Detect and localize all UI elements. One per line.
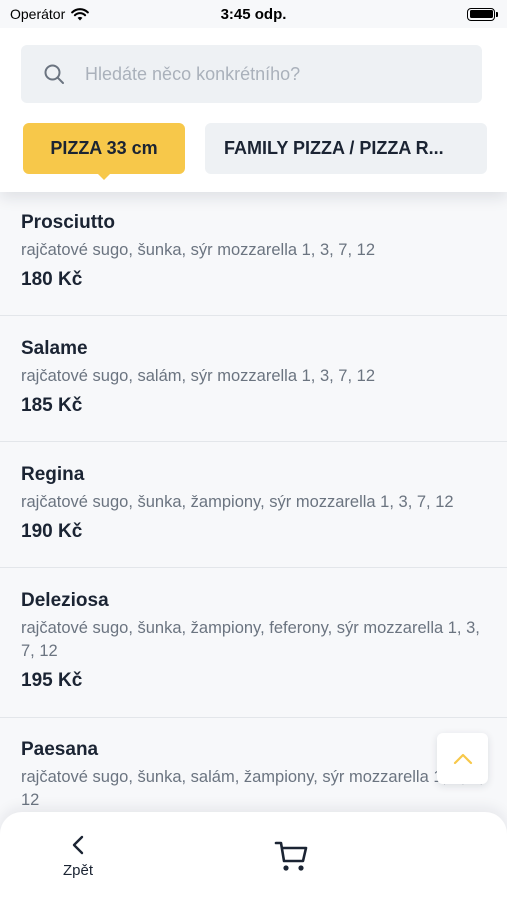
category-tabs: PIZZA 33 cm FAMILY PIZZA / PIZZA R... xyxy=(0,123,507,181)
item-description: rajčatové sugo, šunka, žampiony, sýr moz… xyxy=(21,493,454,511)
tab-label: PIZZA 33 cm xyxy=(23,123,185,174)
search-icon xyxy=(44,64,64,84)
item-name: Regina xyxy=(21,464,85,485)
tab-family-pizza[interactable]: FAMILY PIZZA / PIZZA R... xyxy=(205,123,487,174)
item-description: rajčatové sugo, salám, sýr mozzarella 1,… xyxy=(21,367,375,385)
item-name: Salame xyxy=(21,338,88,359)
item-price: 185 Kč xyxy=(21,395,83,416)
header: Hledáte něco konkrétního? PIZZA 33 cm FA… xyxy=(0,28,507,192)
list-item[interactable]: Salame rajčatové sugo, salám, sýr mozzar… xyxy=(0,316,507,442)
battery-icon xyxy=(467,7,498,21)
carrier-label: Operátor xyxy=(10,6,66,22)
item-price: 190 Kč xyxy=(21,521,83,542)
back-label: Zpět xyxy=(62,862,93,879)
cart-button[interactable] xyxy=(274,838,310,874)
item-price: 180 Kč xyxy=(21,269,83,290)
item-description: rajčatové sugo, šunka, salám, žampiony, … xyxy=(21,768,484,809)
list-item[interactable]: Deleziosa rajčatové sugo, šunka, žampion… xyxy=(0,568,507,718)
item-name: Paesana xyxy=(21,739,99,760)
chevron-left-icon xyxy=(72,835,84,855)
chevron-up-icon xyxy=(453,753,472,764)
item-description: rajčatové sugo, šunka, sýr mozzarella 1,… xyxy=(21,241,376,259)
list-item[interactable]: Prosciutto rajčatové sugo, šunka, sýr mo… xyxy=(0,192,507,316)
item-name: Prosciutto xyxy=(21,212,115,233)
search-placeholder: Hledáte něco konkrétního? xyxy=(85,63,301,84)
tab-pizza-33cm[interactable]: PIZZA 33 cm xyxy=(23,123,185,181)
wifi-icon xyxy=(71,7,90,20)
item-price: 195 Kč xyxy=(21,670,83,691)
item-name: Deleziosa xyxy=(21,590,109,611)
status-bar: Operátor 3:45 odp. xyxy=(0,0,507,28)
back-button[interactable]: Zpět xyxy=(50,834,106,884)
bottom-bar: Zpět xyxy=(0,812,507,900)
list-item[interactable]: Regina rajčatové sugo, šunka, žampiony, … xyxy=(0,442,507,568)
product-list: Prosciutto rajčatové sugo, šunka, sýr mo… xyxy=(0,192,507,868)
item-description: rajčatové sugo, šunka, žampiony, feferon… xyxy=(21,619,480,660)
cart-icon xyxy=(274,841,308,871)
search-input[interactable]: Hledáte něco konkrétního? xyxy=(21,45,482,103)
active-tab-indicator xyxy=(97,173,111,180)
scroll-top-button[interactable] xyxy=(437,733,488,784)
status-left: Operátor xyxy=(10,6,90,22)
